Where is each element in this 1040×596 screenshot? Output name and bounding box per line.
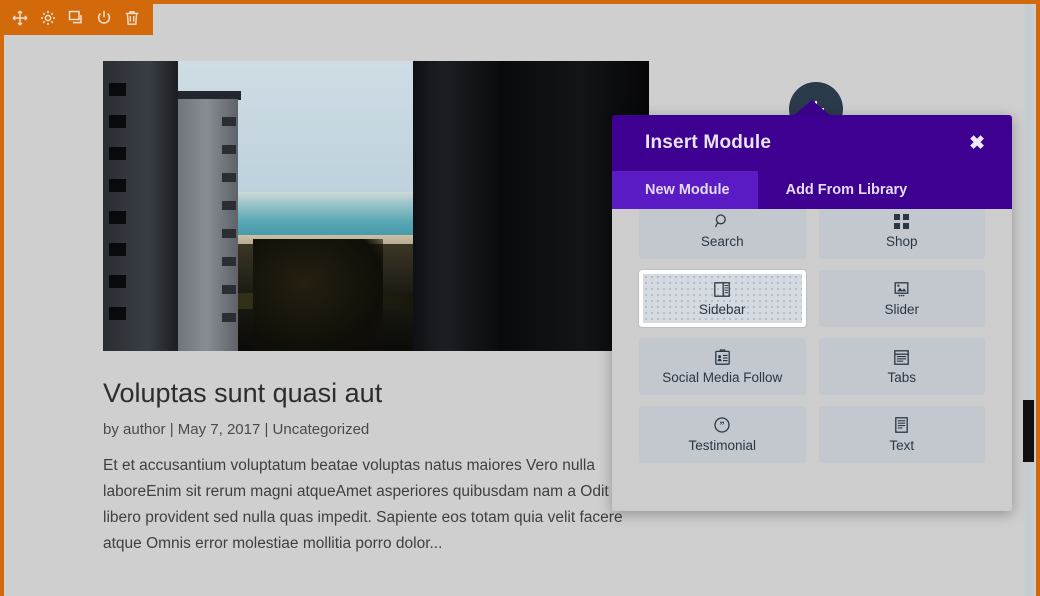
search-icon (714, 213, 730, 230)
text-document-icon (895, 417, 909, 434)
module-tile-shop[interactable]: Shop (818, 209, 985, 259)
module-tile-label: Shop (885, 233, 918, 249)
module-tile-label: Search (700, 233, 744, 249)
post-featured-image (103, 61, 649, 351)
module-tile-text[interactable]: Text (818, 406, 985, 463)
photo-building-dark (103, 61, 178, 351)
module-tile-slider[interactable]: Slider (818, 270, 985, 327)
insert-module-modal: Insert Module ✖ New Module Add From Libr… (612, 115, 1012, 511)
module-tile-sidebar[interactable]: Sidebar (639, 270, 806, 327)
module-toolbar (0, 0, 153, 35)
slider-image-icon (893, 281, 910, 298)
module-tile-testimonial[interactable]: ” Testimonial (639, 406, 806, 463)
modal-title: Insert Module (645, 132, 772, 153)
module-tile-social-media-follow[interactable]: Social Media Follow (639, 338, 806, 395)
module-tile-label: Slider (884, 301, 919, 317)
vertical-scrollbar[interactable] (1022, 4, 1036, 596)
photo-pillar-left (413, 61, 499, 351)
builder-frame-left (0, 0, 4, 596)
sidebar-icon (714, 281, 731, 298)
disable-power-icon[interactable] (90, 4, 118, 32)
scrollbar-thumb[interactable] (1023, 400, 1034, 462)
trash-icon[interactable] (118, 4, 146, 32)
post-meta: by author | May 7, 2017 | Uncategorized (103, 421, 370, 439)
module-tile-label: Social Media Follow (662, 369, 783, 385)
move-icon[interactable] (6, 4, 34, 32)
module-tile-tabs[interactable]: Tabs (818, 338, 985, 395)
module-tile-label: Text (889, 437, 915, 453)
blog-post: Voluptas sunt quasi aut by author | May … (103, 61, 649, 558)
module-tile-label: Tabs (887, 369, 917, 385)
screen-root: Voluptas sunt quasi aut by author | May … (0, 0, 1040, 596)
duplicate-icon[interactable] (62, 4, 90, 32)
close-icon[interactable]: ✖ (969, 134, 985, 153)
modal-tabs: New Module Add From Library (612, 171, 1012, 209)
tab-add-from-library[interactable]: Add From Library (758, 171, 908, 209)
tabs-icon (894, 349, 910, 366)
builder-frame-right (1036, 0, 1040, 596)
module-tile-search[interactable]: Search (639, 209, 806, 259)
settings-gear-icon[interactable] (34, 4, 62, 32)
shop-grid-icon (894, 213, 910, 230)
testimonial-quote-icon: ” (714, 417, 730, 434)
photo-foreground-tree (253, 239, 383, 351)
svg-text:”: ” (720, 421, 725, 432)
photo-building-light (175, 99, 238, 351)
social-media-follow-icon (714, 349, 730, 366)
module-grid-main: Search Shop Sidebar Slider Social Media Foll… (639, 209, 985, 463)
post-excerpt: Et et accusantium voluptatum beatae volu… (103, 457, 623, 553)
post-title: Voluptas sunt quasi aut (103, 378, 383, 408)
builder-frame-top (0, 0, 1040, 4)
tab-new-module[interactable]: New Module (612, 171, 758, 209)
module-tile-label: Testimonial (688, 437, 757, 453)
modal-body: Search Shop Sidebar Slider Social Media Foll… (612, 209, 1012, 511)
modal-header: Insert Module ✖ (612, 115, 1012, 171)
module-tile-label: Sidebar (698, 301, 746, 317)
